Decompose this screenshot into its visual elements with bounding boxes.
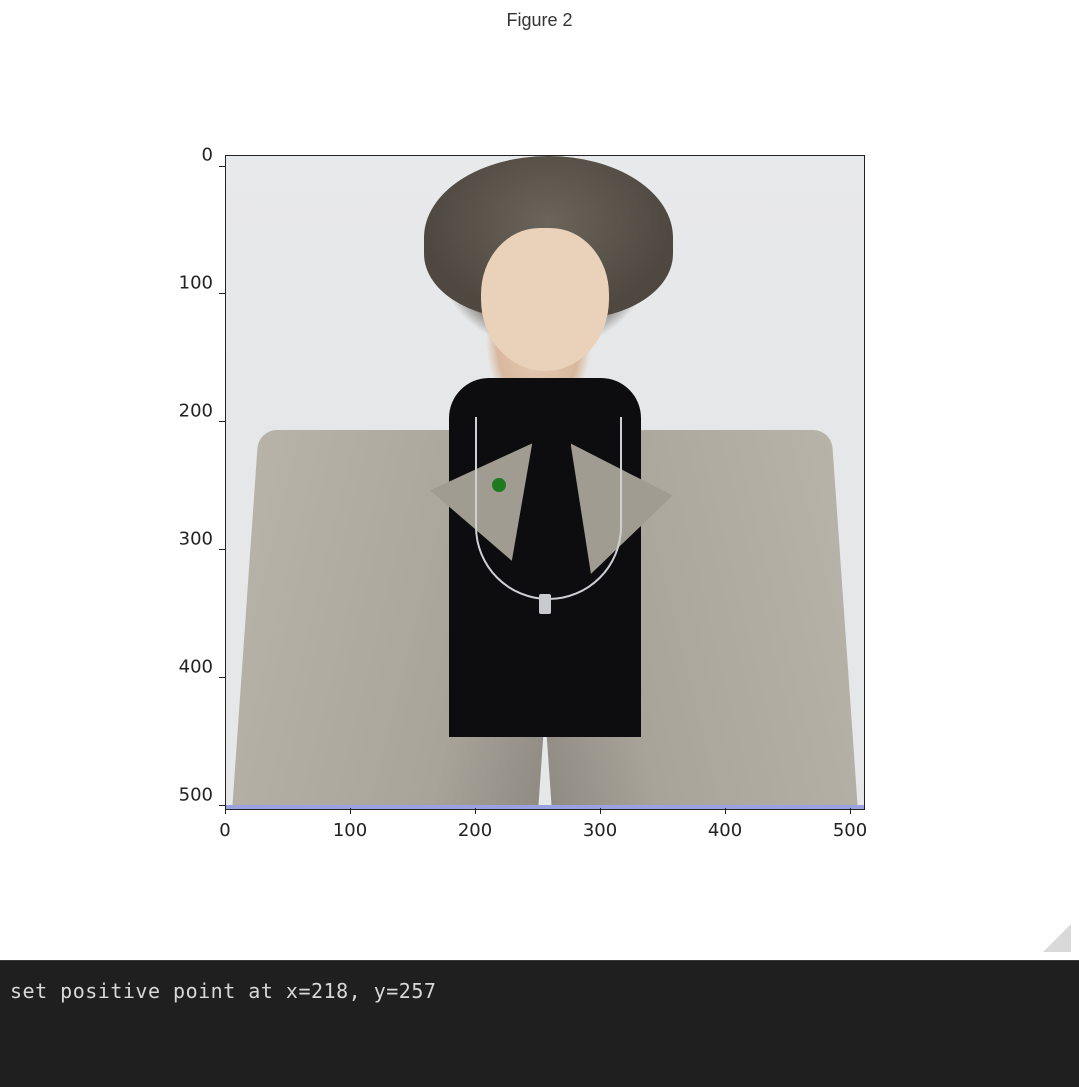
xtick-300: 300 [575,820,625,841]
necklace-pendant [539,594,551,614]
subject-face [481,228,609,372]
xtick-100: 100 [325,820,375,841]
ytick-200: 200 [153,411,213,432]
ytick-300: 300 [153,539,213,560]
necklace-chain [475,417,622,600]
image-bottom-edge [226,805,864,809]
xtick-200: 200 [450,820,500,841]
xtick-0: 0 [200,820,250,841]
ytick-100: 100 [153,283,213,304]
positive-point-marker [492,478,506,492]
ytick-0: 0 [153,155,213,176]
xtick-400: 400 [700,820,750,841]
terminal-line: set positive point at x=218, y=257 [10,979,1069,1003]
image-canvas[interactable] [225,155,865,810]
matplotlib-figure-window: Figure 2 0 100 200 300 400 500 0 100 200… [0,0,1079,960]
plot-axes[interactable]: 0 100 200 300 400 500 0 100 200 300 400 … [225,155,865,810]
terminal-output[interactable]: set positive point at x=218, y=257 [0,960,1079,1087]
resize-grip-icon[interactable] [1043,924,1071,952]
figure-title: Figure 2 [0,0,1079,31]
ytick-400: 400 [153,667,213,688]
ytick-500: 500 [153,795,213,816]
xtick-500: 500 [825,820,875,841]
